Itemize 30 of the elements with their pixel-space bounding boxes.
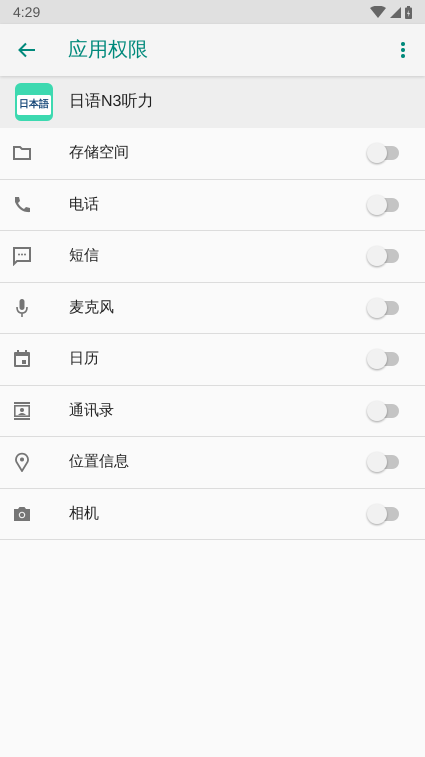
- permission-label: 电话: [69, 194, 99, 214]
- toggle-switch[interactable]: [367, 246, 401, 266]
- permission-label: 短信: [69, 246, 99, 266]
- toggle-switch[interactable]: [367, 143, 401, 164]
- toggle-switch[interactable]: [367, 298, 401, 318]
- permission-label: 日历: [69, 349, 99, 369]
- app-icon-label: 日本語: [19, 100, 49, 110]
- back-arrow-icon: [18, 42, 36, 58]
- permission-label: 相机: [69, 504, 99, 524]
- toggle-switch[interactable]: [367, 504, 401, 524]
- app-name: 日语N3听力: [69, 92, 154, 112]
- message-icon: [12, 246, 32, 266]
- contact-card-icon: [12, 400, 32, 421]
- toggle-switch[interactable]: [367, 400, 401, 421]
- phone-icon: [12, 194, 32, 215]
- calendar-icon: [12, 349, 32, 370]
- permission-label: 存储空间: [69, 143, 129, 163]
- battery-icon: [405, 6, 412, 18]
- permission-label: 位置信息: [69, 452, 129, 472]
- wifi-icon: [370, 6, 386, 18]
- status-time: 4:29: [13, 2, 40, 22]
- toolbar-title: 应用权限: [68, 38, 149, 63]
- signal-icon: [390, 6, 401, 18]
- menu-icon: [401, 42, 405, 58]
- permission-label: 通讯录: [69, 400, 114, 420]
- location-pin-icon: [12, 452, 32, 472]
- toggle-switch[interactable]: [367, 452, 401, 472]
- permission-label: 麦克风: [69, 298, 114, 318]
- toggle-switch[interactable]: [367, 349, 401, 370]
- toggle-switch[interactable]: [367, 194, 401, 215]
